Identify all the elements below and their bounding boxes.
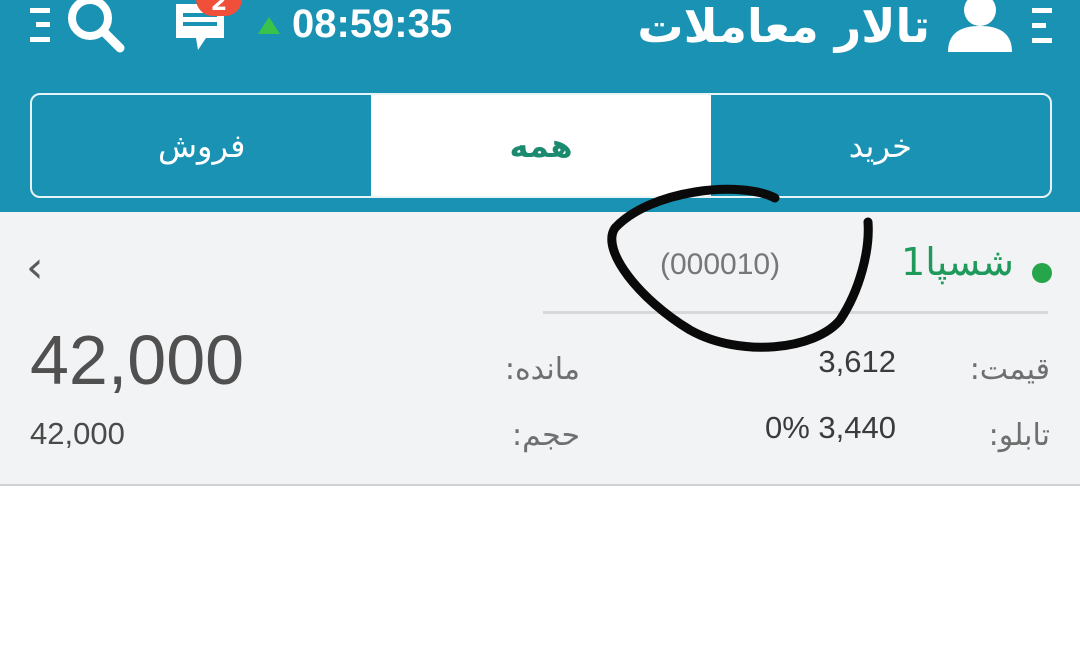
order-filter-tabs: فروش همه خرید: [30, 93, 1052, 198]
side-menu-icon[interactable]: [1026, 0, 1056, 52]
user-profile-icon[interactable]: [944, 0, 1016, 56]
tab-sell[interactable]: فروش: [32, 95, 371, 196]
app-header: 2 08:59:35 تالار معاملات فروش همه خرید: [0, 0, 1080, 212]
volume-value: 42,000: [30, 416, 125, 451]
order-symbol: شسپا1: [901, 240, 1014, 284]
divider: [543, 311, 1048, 314]
order-status-icon: [1032, 263, 1052, 283]
price-label: قیمت:: [969, 352, 1050, 387]
volume-label: حجم:: [512, 418, 580, 453]
order-card[interactable]: شسپا1 (000010) ‹ قیمت: 3,612 تابلو: 0% 3…: [0, 212, 1080, 486]
remaining-value: 42,000: [30, 321, 245, 399]
board-label: تابلو:: [988, 418, 1050, 453]
connection-status-icon: [258, 17, 280, 34]
tab-buy[interactable]: خرید: [711, 95, 1050, 196]
search-icon[interactable]: [60, 0, 130, 56]
remaining-label: مانده:: [504, 352, 580, 387]
price-value: 3,612: [818, 344, 896, 379]
order-code: (000010): [660, 248, 781, 281]
tab-all[interactable]: همه: [371, 95, 711, 196]
app-root: 2 08:59:35 تالار معاملات فروش همه خرید ش…: [0, 0, 1080, 650]
board-value: 0% 3,440: [765, 410, 896, 445]
page-title: تالار معاملات: [637, 0, 930, 53]
chevron-left-icon[interactable]: ‹: [26, 246, 44, 290]
clock-display: 08:59:35: [292, 2, 453, 46]
